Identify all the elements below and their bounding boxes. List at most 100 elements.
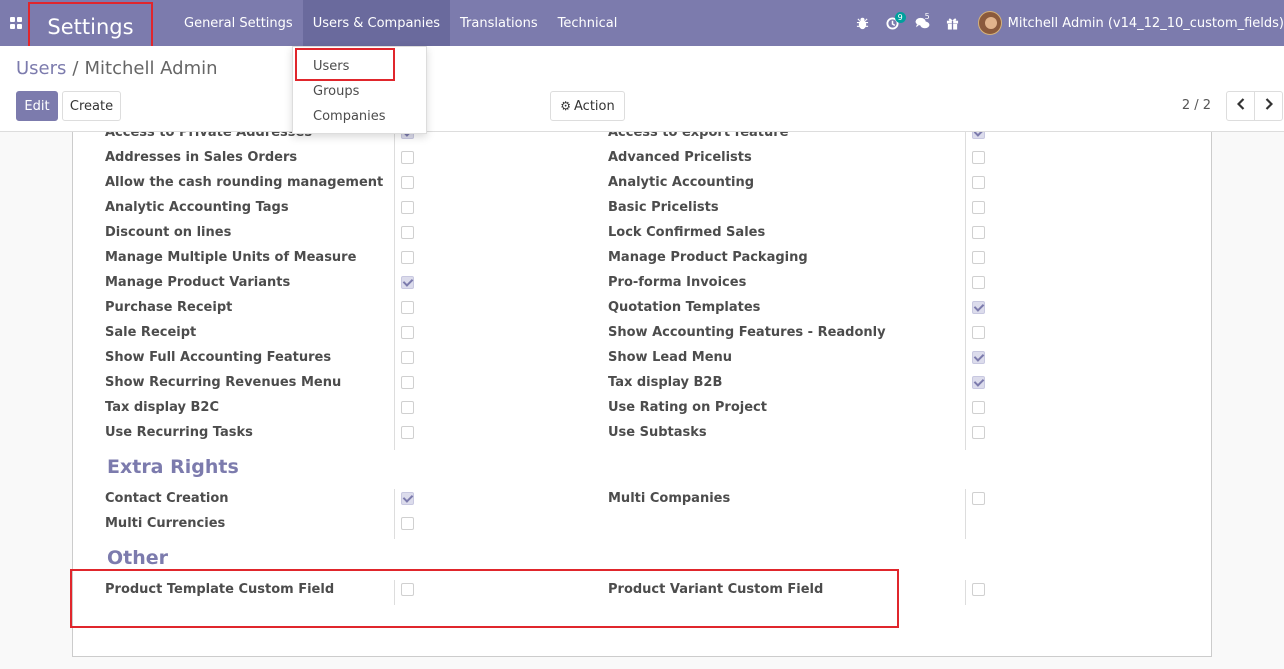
messaging-comments-icon[interactable]: 5 xyxy=(908,0,938,46)
gear-icon: ⚙ xyxy=(560,99,572,113)
field-row: Multi Currencies xyxy=(73,511,1211,536)
field-label: Contact Creation xyxy=(105,491,229,506)
field-checkbox[interactable] xyxy=(972,426,985,439)
breadcrumb-parent[interactable]: Users xyxy=(16,58,66,79)
field-checkbox[interactable] xyxy=(401,326,414,339)
field-checkbox[interactable] xyxy=(972,351,985,364)
field-checkbox[interactable] xyxy=(972,401,985,414)
dropdown-item-users[interactable]: Users xyxy=(313,59,349,74)
menu-users-companies[interactable]: Users & Companies xyxy=(302,0,451,46)
field-label: Analytic Accounting Tags xyxy=(105,200,289,215)
section-title-extra-rights: Extra Rights xyxy=(107,456,239,478)
systray: 9 5 Mitchell Admin (v14_12_10_custom_fie… xyxy=(848,0,1284,46)
field-label: Lock Confirmed Sales xyxy=(608,225,766,240)
activity-count-badge: 9 xyxy=(894,12,906,23)
action-button[interactable]: ⚙ Action xyxy=(550,91,625,121)
field-label: Manage Product Variants xyxy=(105,275,291,290)
field-label: Manage Multiple Units of Measure xyxy=(105,250,357,265)
field-label: Advanced Pricelists xyxy=(608,150,752,165)
field-checkbox[interactable] xyxy=(401,201,414,214)
field-checkbox[interactable] xyxy=(401,176,414,189)
menu-general-settings[interactable]: General Settings xyxy=(174,0,303,46)
breadcrumb-separator: / xyxy=(72,58,79,79)
debug-bug-icon[interactable] xyxy=(848,0,878,46)
field-checkbox[interactable] xyxy=(401,426,414,439)
field-label: Discount on lines xyxy=(105,225,232,240)
chevron-left-icon xyxy=(1236,98,1245,114)
field-row: Manage Product Variants Pro-forma Invoice… xyxy=(73,270,1211,295)
field-row: Purchase Receipt Quotation Templates xyxy=(73,295,1211,320)
field-label: Multi Currencies xyxy=(105,516,226,531)
field-row: Addresses in Sales Orders Advanced Pricel… xyxy=(73,145,1211,170)
top-menu: General Settings Users & Companies Trans… xyxy=(174,0,627,46)
field-checkbox[interactable] xyxy=(972,176,985,189)
field-label: Allow the cash rounding management xyxy=(105,175,384,190)
field-label: Basic Pricelists xyxy=(608,200,719,215)
main-navbar: Settings General Settings Users & Compan… xyxy=(0,0,1284,51)
annotation-highlight-custom-fields xyxy=(70,569,899,628)
field-label: Addresses in Sales Orders xyxy=(105,150,298,165)
field-checkbox[interactable] xyxy=(972,226,985,239)
field-checkbox[interactable] xyxy=(401,151,414,164)
field-checkbox[interactable] xyxy=(401,351,414,364)
field-label: Sale Receipt xyxy=(105,325,197,340)
user-name: Mitchell Admin (v14_12_10_custom_fields) xyxy=(1007,15,1284,31)
edit-button[interactable]: Edit xyxy=(16,91,58,121)
field-label: Quotation Templates xyxy=(608,300,761,315)
field-label: Show Full Accounting Features xyxy=(105,350,332,365)
user-avatar xyxy=(977,11,1002,35)
field-checkbox[interactable] xyxy=(972,376,985,389)
field-checkbox[interactable] xyxy=(972,201,985,214)
field-checkbox[interactable] xyxy=(401,276,414,289)
activity-clock-icon[interactable]: 9 xyxy=(878,0,908,46)
field-checkbox[interactable] xyxy=(401,492,414,505)
create-button[interactable]: Create xyxy=(62,91,121,121)
field-label: Access to export feature xyxy=(608,132,789,140)
field-checkbox[interactable] xyxy=(972,492,985,505)
field-checkbox[interactable] xyxy=(401,226,414,239)
chevron-right-icon xyxy=(1265,98,1273,114)
field-label: Analytic Accounting xyxy=(608,175,755,190)
section-title-other: Other xyxy=(107,547,169,569)
field-checkbox[interactable] xyxy=(401,401,414,414)
action-label: Action xyxy=(574,98,615,114)
field-checkbox[interactable] xyxy=(972,583,985,596)
control-panel: Users / Mitchell Admin Edit Create ⚙ Actio… xyxy=(0,46,1284,132)
user-menu[interactable]: Mitchell Admin (v14_12_10_custom_fields) xyxy=(968,0,1284,46)
dropdown-item-companies[interactable]: Companies xyxy=(313,109,386,124)
field-label: Show Recurring Revenues Menu xyxy=(105,375,342,390)
gift-icon[interactable] xyxy=(938,0,968,46)
menu-technical[interactable]: Technical xyxy=(548,0,628,46)
users-companies-dropdown: Users Groups Companies xyxy=(292,46,427,134)
field-checkbox[interactable] xyxy=(972,326,985,339)
field-checkbox[interactable] xyxy=(972,251,985,264)
field-label: Show Lead Menu xyxy=(608,350,733,365)
field-label: Use Subtasks xyxy=(608,425,707,440)
field-row: Sale Receipt Show Accounting Features - R… xyxy=(73,320,1211,345)
field-row: Contact Creation Multi Companies xyxy=(73,486,1211,511)
field-row: Access to Private Addresses Access to exp… xyxy=(73,132,1211,145)
field-checkbox[interactable] xyxy=(972,301,985,314)
field-label: Manage Product Packaging xyxy=(608,250,808,265)
field-row: Show Full Accounting Features Show Lead M… xyxy=(73,345,1211,370)
field-checkbox[interactable] xyxy=(972,276,985,289)
field-label: Pro-forma Invoices xyxy=(608,275,747,290)
field-checkbox[interactable] xyxy=(401,301,414,314)
field-row: Tax display B2C Use Rating on Project xyxy=(73,395,1211,420)
pager-value[interactable]: 2 / 2 xyxy=(1182,98,1211,113)
field-row: Use Recurring Tasks Use Subtasks xyxy=(73,420,1211,445)
app-brand-title[interactable]: Settings xyxy=(28,2,153,51)
field-label: Use Rating on Project xyxy=(608,400,767,415)
field-row: Analytic Accounting Tags Basic Pricelists xyxy=(73,195,1211,220)
field-row: Discount on lines Lock Confirmed Sales xyxy=(73,220,1211,245)
dropdown-item-groups[interactable]: Groups xyxy=(313,84,359,99)
field-label: Access to Private Addresses xyxy=(105,132,313,140)
field-checkbox[interactable] xyxy=(972,151,985,164)
menu-translations[interactable]: Translations xyxy=(450,0,548,46)
field-checkbox[interactable] xyxy=(972,132,985,139)
pager-previous-button[interactable] xyxy=(1226,91,1255,121)
field-checkbox[interactable] xyxy=(401,376,414,389)
pager-next-button[interactable] xyxy=(1254,91,1283,121)
field-checkbox[interactable] xyxy=(401,251,414,264)
field-checkbox[interactable] xyxy=(401,517,414,530)
